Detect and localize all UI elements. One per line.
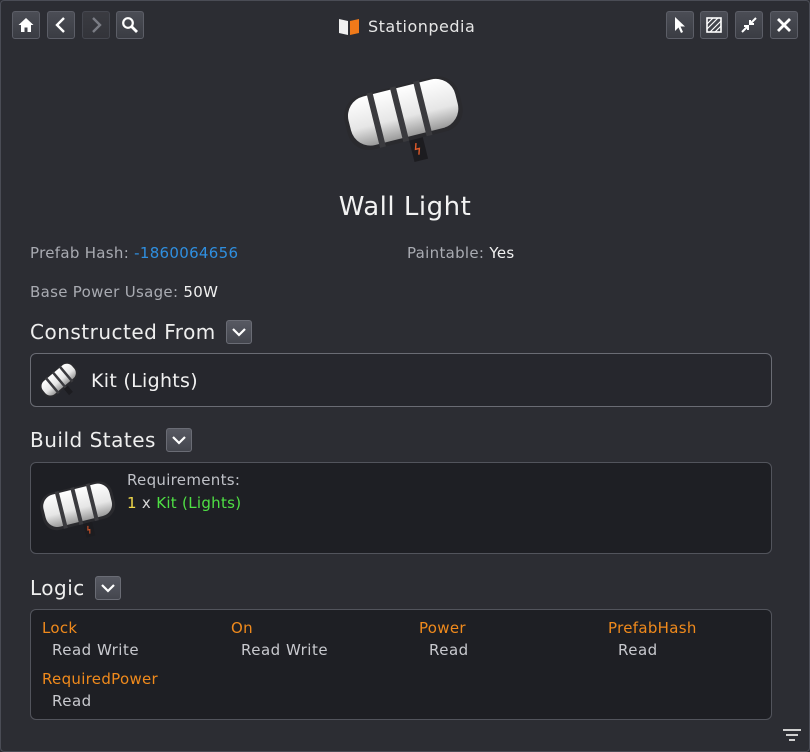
kit-lights-link[interactable]: Kit (Lights): [35, 358, 198, 404]
home-icon: [18, 18, 34, 32]
forward-icon: [92, 17, 102, 33]
paintable-value: Yes: [489, 244, 515, 262]
close-button[interactable]: [770, 11, 798, 39]
requirement-line: 1 x Kit (Lights): [127, 494, 241, 512]
paintable-row: Paintable: Yes: [407, 244, 515, 262]
background-toggle-button[interactable]: [700, 11, 728, 39]
search-button[interactable]: [116, 11, 144, 39]
logic-mode-requiredpower: Read: [52, 692, 92, 710]
logic-mode-lock: Read Write: [52, 641, 140, 659]
requirements-label: Requirements:: [127, 471, 241, 489]
logic-name-power: Power: [419, 619, 466, 637]
power-usage-value: 50W: [183, 283, 219, 301]
paintable-label: Paintable:: [407, 244, 485, 262]
window-title-text: Stationpedia: [368, 16, 476, 36]
page-title: Wall Light: [338, 192, 472, 222]
kit-lights-icon: [39, 362, 79, 398]
power-usage-row: Base Power Usage: 50W: [30, 283, 218, 301]
build-states-toggle[interactable]: [165, 428, 192, 452]
chevron-down-icon: [101, 584, 115, 593]
prefab-hash-row: Prefab Hash: -1860064656: [30, 244, 238, 262]
prefab-hash-label: Prefab Hash:: [30, 244, 130, 262]
logic-mode-power: Read: [429, 641, 469, 659]
logic-mode-prefabhash: Read: [618, 641, 658, 659]
logic-title: Logic: [30, 576, 85, 600]
book-icon: [339, 19, 359, 35]
back-button[interactable]: [47, 11, 75, 39]
logic-header[interactable]: Logic: [30, 576, 121, 600]
forward-button[interactable]: [82, 11, 110, 39]
build-state-image: [40, 481, 116, 538]
constructed-from-title: Constructed From: [30, 320, 216, 344]
title-bar: Stationpedia: [0, 0, 810, 50]
logic-mode-on: Read Write: [241, 641, 329, 659]
logic-name-requiredpower: RequiredPower: [42, 670, 159, 688]
logic-name-lock: Lock: [42, 619, 78, 637]
build-states-panel: Requirements: 1 x Kit (Lights): [30, 462, 772, 554]
shrink-icon: [741, 17, 757, 33]
logic-name-prefabhash: PrefabHash: [608, 619, 697, 637]
resize-handle-icon[interactable]: [782, 728, 802, 742]
wall-light-image: [344, 76, 463, 162]
constructed-from-panel: Kit (Lights): [30, 353, 772, 407]
logic-panel: Lock Read Write On Read Write Power Read…: [30, 609, 772, 720]
build-states-header[interactable]: Build States: [30, 428, 192, 452]
build-states-title: Build States: [30, 428, 156, 452]
requirement-multiplier: x: [141, 494, 152, 512]
back-icon: [55, 17, 65, 33]
chevron-down-icon: [232, 328, 246, 337]
requirement-quantity: 1: [127, 494, 137, 512]
cursor-icon: [675, 17, 685, 33]
home-button[interactable]: [12, 11, 40, 39]
search-icon: [122, 17, 138, 33]
constructed-from-toggle[interactable]: [225, 320, 252, 344]
logic-name-on: On: [231, 619, 253, 637]
constructed-from-header[interactable]: Constructed From: [30, 320, 252, 344]
minimize-button[interactable]: [735, 11, 763, 39]
power-usage-label: Base Power Usage:: [30, 283, 179, 301]
kit-lights-label: Kit (Lights): [91, 370, 198, 392]
hatch-icon: [706, 17, 722, 33]
chevron-down-icon: [172, 436, 186, 445]
prefab-hash-value[interactable]: -1860064656: [134, 244, 238, 262]
logic-toggle[interactable]: [94, 576, 121, 600]
pointer-button[interactable]: [666, 11, 694, 39]
requirement-item-link[interactable]: Kit (Lights): [156, 494, 241, 512]
window-title: Stationpedia: [338, 14, 475, 38]
close-icon: [777, 18, 791, 32]
